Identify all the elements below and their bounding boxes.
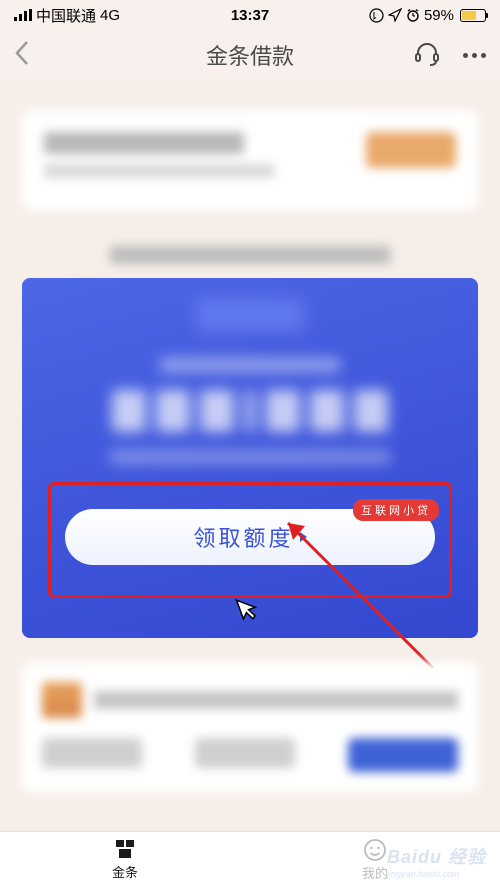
credit-promo-card: 领取额度 互联网小贷: [22, 278, 478, 638]
location-icon: [388, 8, 402, 22]
tab-bar: 金条 我的 Baidu 经验 jingyan.baidu.com: [0, 831, 500, 889]
battery-icon: [460, 9, 486, 22]
claim-credit-label: 领取额度: [193, 521, 293, 553]
tab-label: 金条: [112, 862, 138, 881]
info-card-2: [22, 662, 478, 792]
orientation-lock-icon: [369, 8, 384, 23]
action-pill[interactable]: [366, 132, 456, 168]
promo-logo: [200, 302, 300, 328]
info-card-1: [22, 110, 478, 210]
section-heading: [110, 246, 390, 264]
nav-bar: 金条借款: [0, 30, 500, 80]
tab-jintiao[interactable]: 金条: [0, 832, 250, 889]
grid-icon: [114, 840, 136, 860]
highlight-annotation: 领取额度 互联网小贷: [48, 482, 452, 598]
alarm-icon: [406, 8, 420, 22]
network-type: 4G: [100, 7, 120, 24]
profile-icon: [364, 839, 386, 861]
watermark: Baidu 经验 jingyan.baidu.com: [387, 843, 486, 879]
status-bar: 中国联通 4G 13:37 59%: [0, 0, 500, 30]
secondary-chip[interactable]: [42, 738, 142, 768]
tab-label: 我的: [362, 863, 388, 882]
primary-chip[interactable]: [348, 738, 458, 772]
more-menu-icon[interactable]: [463, 53, 486, 58]
back-button[interactable]: [14, 40, 30, 71]
battery-percent: 59%: [424, 7, 454, 24]
clock: 13:37: [231, 7, 269, 24]
support-headset-icon[interactable]: [413, 39, 441, 72]
promo-badge: 互联网小贷: [353, 499, 439, 521]
caret-right-icon: [300, 532, 307, 542]
secondary-chip[interactable]: [195, 738, 295, 768]
content-area: 领取额度 互联网小贷: [0, 80, 500, 792]
signal-icon: [14, 9, 32, 21]
claim-credit-button[interactable]: 领取额度 互联网小贷: [65, 509, 435, 565]
carrier-label: 中国联通: [36, 5, 96, 26]
page-title: 金条借款: [206, 39, 294, 71]
card-thumbnail: [42, 682, 82, 718]
